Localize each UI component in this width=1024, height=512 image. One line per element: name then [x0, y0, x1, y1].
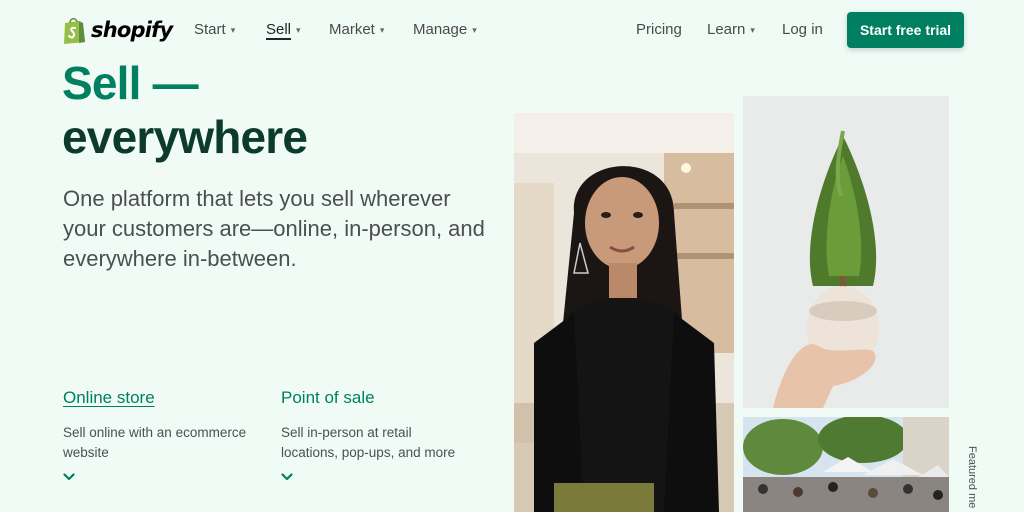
nav-label: Start: [194, 21, 226, 38]
chevron-down-icon: ▾: [230, 24, 236, 35]
feature-point-of-sale: Point of sale Sell in-person at retail l…: [281, 388, 471, 483]
shopify-logo[interactable]: shopify: [62, 15, 173, 45]
chevron-down-icon: ▾: [472, 24, 477, 35]
online-store-link[interactable]: Online store: [63, 388, 155, 408]
point-of-sale-link[interactable]: Point of sale: [281, 388, 375, 408]
chevron-down-icon: ▾: [379, 24, 385, 35]
chevron-down-icon: ▾: [296, 24, 301, 35]
nav-label: Manage: [413, 21, 468, 38]
feature-description: Sell in-person at retail locations, pop-…: [281, 425, 456, 460]
nav-item-learn[interactable]: Learn ▾: [707, 21, 755, 38]
nav-label: Sell: [266, 21, 292, 38]
hero-subhead: One platform that lets you sell wherever…: [63, 186, 485, 271]
featured-merchant-label: Featured me: [966, 446, 978, 509]
feature-online-store: Online store Sell online with an ecommer…: [63, 388, 273, 483]
nav-item-start[interactable]: Start ▾: [194, 21, 235, 38]
nav-label: Learn: [707, 21, 746, 38]
market-photo: [743, 417, 949, 512]
headline-line-2: everywhere: [62, 111, 308, 163]
top-nav: shopify Start ▾ Sell ▾ Market ▾ Manage ▾…: [0, 0, 1024, 60]
brand-wordmark: shopify: [91, 18, 173, 42]
merchant-photo: [514, 113, 734, 512]
nav-label: Pricing: [636, 21, 682, 38]
nav-link-pricing[interactable]: Pricing: [636, 21, 682, 38]
feature-description: Sell online with an ecommerce website: [63, 425, 247, 460]
nav-label: Market: [329, 21, 375, 38]
plant-photo: [743, 96, 949, 408]
chevron-down-icon[interactable]: [281, 471, 293, 483]
nav-label: Log in: [782, 21, 823, 38]
chevron-down-icon: ▾: [750, 24, 755, 35]
start-free-trial-button[interactable]: Start free trial: [847, 12, 964, 48]
shopping-bag-icon: [64, 17, 85, 44]
nav-item-market[interactable]: Market ▾: [329, 21, 384, 38]
nav-link-login[interactable]: Log in: [782, 21, 823, 38]
headline-line-1: Sell —: [62, 57, 199, 109]
nav-item-sell[interactable]: Sell ▾: [266, 21, 301, 38]
nav-item-manage[interactable]: Manage ▾: [413, 21, 477, 38]
chevron-down-icon[interactable]: [63, 471, 75, 483]
page-title: Sell — everywhere: [62, 56, 308, 164]
